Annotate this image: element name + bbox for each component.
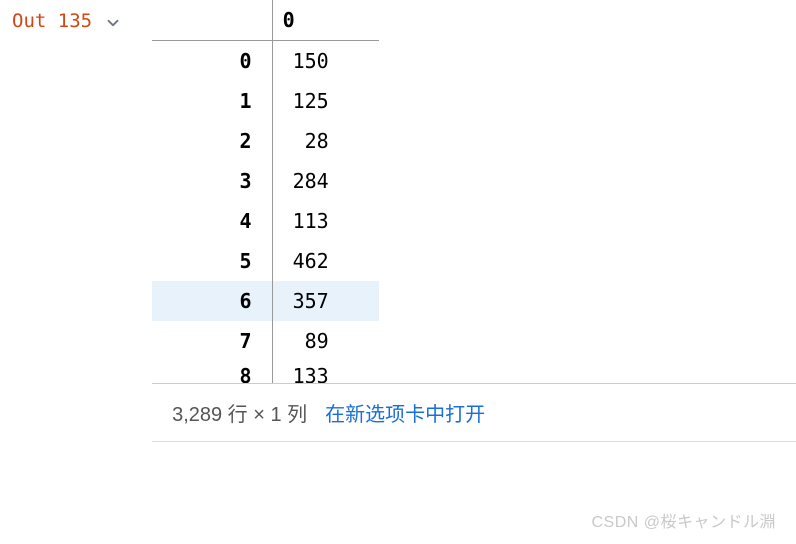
- table-row[interactable]: 228: [152, 121, 379, 161]
- output-area: 0 0150112522832844113546263577898133 3,2…: [122, 0, 796, 544]
- row-index: 7: [152, 321, 272, 361]
- row-index: 0: [152, 41, 272, 82]
- row-index: 6: [152, 281, 272, 321]
- row-index: 4: [152, 201, 272, 241]
- index-header: [152, 0, 272, 41]
- table-row[interactable]: 6357: [152, 281, 379, 321]
- row-index: 5: [152, 241, 272, 281]
- table-row[interactable]: 0150: [152, 41, 379, 82]
- table-row[interactable]: 789: [152, 321, 379, 361]
- row-value: 357: [272, 281, 379, 321]
- row-value: 462: [272, 241, 379, 281]
- chevron-down-icon[interactable]: [104, 14, 122, 37]
- row-index: 2: [152, 121, 272, 161]
- dataframe-table: 0 0150112522832844113546263577898133: [152, 0, 379, 383]
- row-value: 28: [272, 121, 379, 161]
- row-value: 284: [272, 161, 379, 201]
- row-index: 1: [152, 81, 272, 121]
- table-row[interactable]: 1125: [152, 81, 379, 121]
- output-label: Out 135: [12, 10, 92, 32]
- table-row[interactable]: 5462: [152, 241, 379, 281]
- watermark-text: CSDN @桜キャンドル淵: [591, 508, 776, 532]
- table-row[interactable]: 4113: [152, 201, 379, 241]
- row-index: 8: [152, 361, 272, 383]
- table-row[interactable]: 8133: [152, 361, 379, 383]
- dimensions-label: 3,289 行 × 1 列: [172, 398, 307, 427]
- row-value: 113: [272, 201, 379, 241]
- row-value: 89: [272, 321, 379, 361]
- table-row[interactable]: 3284: [152, 161, 379, 201]
- row-value: 150: [272, 41, 379, 82]
- row-index: 3: [152, 161, 272, 201]
- open-in-new-tab-link[interactable]: 在新选项卡中打开: [325, 398, 485, 427]
- row-value: 125: [272, 81, 379, 121]
- row-value: 133: [272, 361, 379, 383]
- column-header: 0: [272, 0, 379, 41]
